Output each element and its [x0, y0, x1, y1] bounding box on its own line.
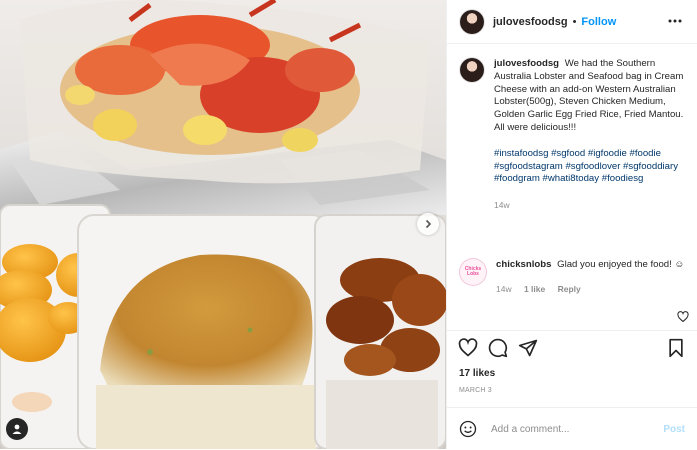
user-tag-icon: [12, 424, 22, 434]
caption-item: julovesfoodsg We had the Southern Austra…: [460, 58, 690, 212]
commenter-logo-text: Chicks Lobs: [464, 265, 482, 277]
caption-author-username[interactable]: julovesfoodsg: [494, 58, 559, 69]
comment-age[interactable]: 14w: [496, 284, 512, 294]
caption-text: We had the Southern Australia Lobster an…: [494, 58, 684, 133]
reply-button[interactable]: Reply: [558, 284, 581, 294]
more-dots-icon: [668, 19, 682, 23]
follow-button[interactable]: Follow: [581, 16, 616, 28]
post-side-panel: julovesfoodsg • Follow julovesfoodsg We …: [447, 0, 697, 449]
comment-heart-icon[interactable]: [677, 311, 689, 323]
comment-meta: 14w 1 like Reply: [496, 283, 686, 296]
share-icon[interactable]: [518, 338, 538, 358]
comment-body: chicksnlobs Glad you enjoyed the food! ☺…: [496, 259, 686, 296]
separator-dot: •: [572, 15, 577, 28]
heart-icon[interactable]: [458, 338, 478, 358]
post-date[interactable]: MARCH 3: [459, 387, 492, 394]
caption-age[interactable]: 14w: [494, 200, 510, 210]
comment-likes[interactable]: 1 like: [524, 284, 545, 294]
commenter-avatar[interactable]: Chicks Lobs: [460, 259, 486, 285]
next-photo-button[interactable]: [417, 213, 439, 235]
post-actions: [447, 334, 697, 360]
tagged-users-button[interactable]: [6, 418, 28, 440]
commenter-username[interactable]: chicksnlobs: [496, 259, 551, 270]
likes-count[interactable]: 17 likes: [459, 368, 495, 379]
author-username[interactable]: julovesfoodsg: [493, 16, 568, 28]
post-header: julovesfoodsg • Follow: [447, 0, 697, 44]
comment-text: Glad you enjoyed the food! ☺: [557, 259, 685, 270]
caption-hashtags[interactable]: #instafoodsg #sgfood #igfoodie #foodie #…: [494, 148, 690, 186]
comment-icon[interactable]: [488, 338, 508, 358]
bookmark-icon[interactable]: [666, 338, 686, 358]
post-comment-button[interactable]: Post: [663, 424, 685, 435]
food-photo-illustration: [0, 0, 446, 449]
chevron-right-icon: [425, 219, 432, 229]
comment-input[interactable]: [489, 422, 653, 436]
comment-item: Chicks Lobs chicksnlobs Glad you enjoyed…: [460, 259, 686, 296]
add-comment-bar: Post: [447, 407, 697, 450]
caption-author-avatar[interactable]: [460, 58, 484, 82]
actions-divider: [447, 330, 697, 331]
caption-body: julovesfoodsg We had the Southern Austra…: [494, 58, 690, 212]
caption-meta: 14w: [494, 199, 690, 212]
post-photo[interactable]: [0, 0, 446, 449]
emoji-icon[interactable]: [459, 420, 477, 438]
author-avatar[interactable]: [460, 9, 484, 34]
comments-section: julovesfoodsg We had the Southern Austra…: [447, 44, 697, 330]
more-options-button[interactable]: [667, 13, 683, 29]
